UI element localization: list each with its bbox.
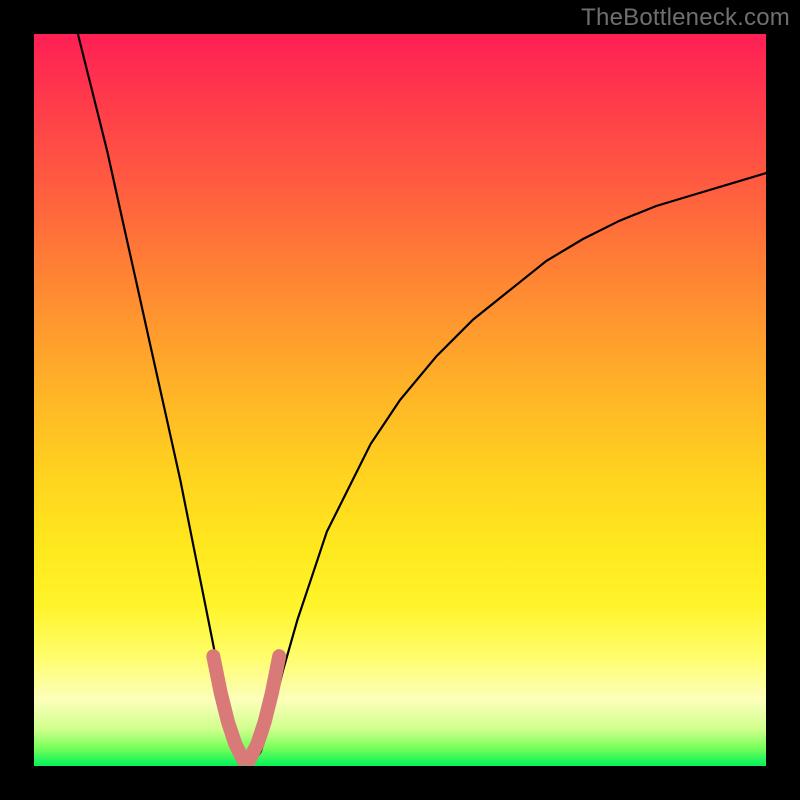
watermark-text: TheBottleneck.com xyxy=(581,4,790,32)
chart-frame: TheBottleneck.com xyxy=(0,0,800,800)
bottleneck-curve xyxy=(34,34,766,766)
curve-line xyxy=(78,34,766,762)
plot-area xyxy=(34,34,766,766)
curve-highlight xyxy=(213,656,279,759)
